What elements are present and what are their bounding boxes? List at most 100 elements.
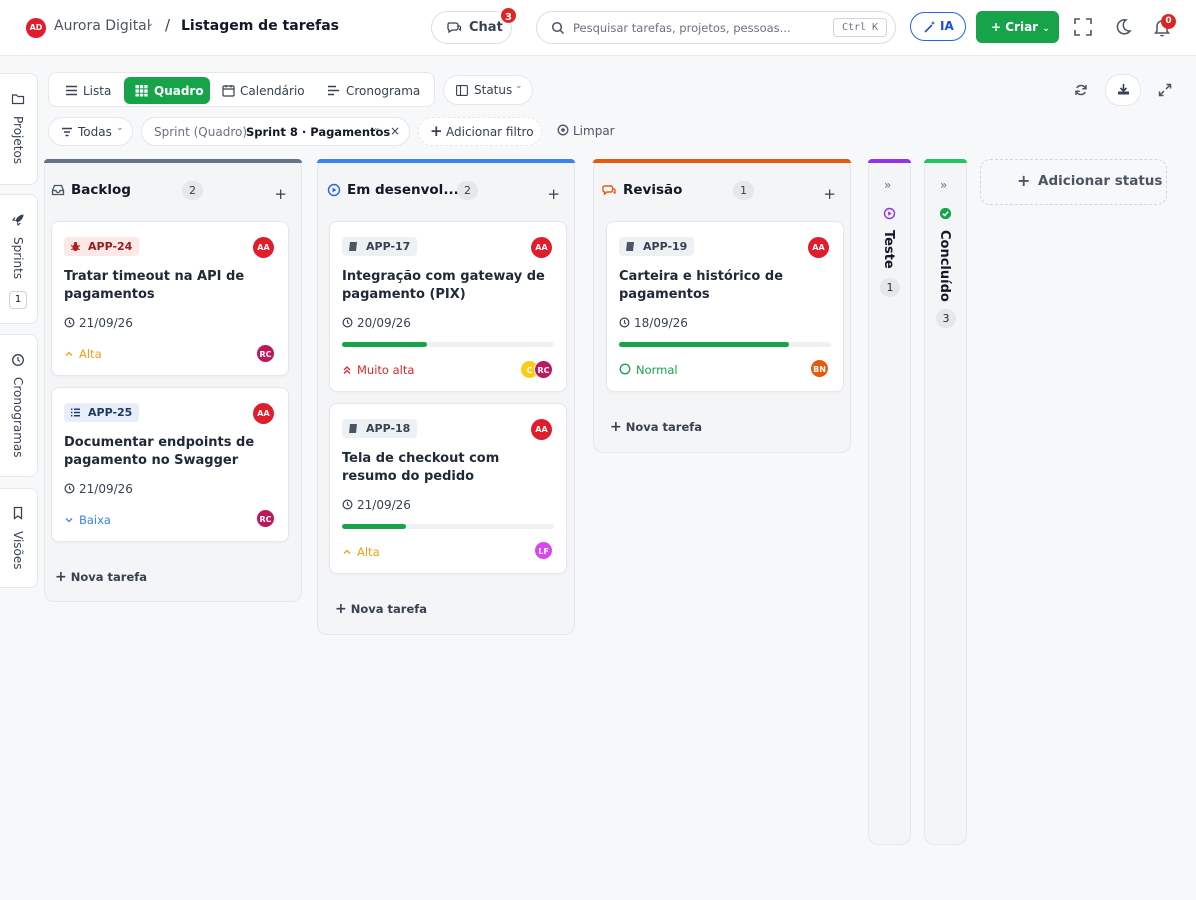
assignee-avatar[interactable]: RC bbox=[256, 509, 275, 528]
export-button[interactable] bbox=[1105, 74, 1141, 106]
assignee-avatar[interactable]: LF bbox=[534, 541, 553, 560]
task-card-app-25[interactable]: APP-25 AA Documentar endpoints de pagame… bbox=[51, 387, 289, 542]
progress-fill bbox=[342, 342, 427, 347]
owner-avatar[interactable]: AA bbox=[531, 237, 552, 258]
column-concluido-collapsed[interactable]: » Concluído 3 bbox=[924, 159, 967, 845]
column-title[interactable]: Backlog bbox=[71, 182, 131, 198]
column-title[interactable]: Revisão bbox=[623, 182, 682, 198]
task-key: APP-24 bbox=[88, 240, 133, 253]
dark-mode-icon[interactable] bbox=[1112, 16, 1134, 38]
assignee-avatar[interactable]: RC bbox=[534, 360, 553, 379]
new-task-button[interactable]: + Nova tarefa bbox=[610, 419, 702, 435]
progress-bar bbox=[342, 524, 554, 529]
priority-label: Normal bbox=[636, 363, 678, 377]
task-title: Tratar timeout na API de pagamentos bbox=[64, 269, 245, 302]
refresh-button[interactable] bbox=[1066, 75, 1096, 105]
owner-avatar[interactable]: AA bbox=[253, 237, 274, 258]
expand-button[interactable] bbox=[1150, 75, 1180, 105]
plus-icon: + bbox=[610, 419, 622, 435]
add-task-icon[interactable]: + bbox=[823, 185, 836, 203]
columns-icon bbox=[456, 85, 468, 96]
sidebar-item-projetos[interactable]: Projetos bbox=[0, 73, 38, 185]
filter-lines-icon bbox=[62, 127, 72, 137]
owner-avatar[interactable]: AA bbox=[808, 237, 829, 258]
add-filter-button[interactable]: + Adicionar filtro bbox=[418, 117, 542, 146]
workspace-logo[interactable]: AD bbox=[26, 18, 46, 38]
due-date-text: 20/09/26 bbox=[357, 316, 411, 330]
close-icon[interactable]: × bbox=[390, 124, 400, 138]
sidebar-item-sprints[interactable]: Sprints 1 bbox=[0, 194, 38, 324]
expand-column-icon[interactable]: » bbox=[884, 178, 891, 192]
bookmark-icon bbox=[13, 506, 23, 520]
comments-icon bbox=[602, 185, 616, 196]
tab-label: Calendário bbox=[240, 84, 305, 98]
download-icon bbox=[1118, 84, 1129, 95]
tab-lista[interactable]: Lista bbox=[57, 77, 121, 104]
view-switcher: Lista Quadro Calendário Cronograma bbox=[48, 72, 435, 107]
workspace-name[interactable]: Aurora Digital bbox=[54, 18, 151, 34]
task-title: Integração com gateway de pagamento (PIX… bbox=[342, 269, 545, 302]
fullscreen-icon[interactable] bbox=[1072, 16, 1094, 38]
ai-assistant-button[interactable]: IA bbox=[910, 12, 966, 41]
chevron-down-icon bbox=[65, 518, 73, 523]
search-input[interactable] bbox=[573, 19, 823, 37]
add-status-button[interactable]: + Adicionar status bbox=[980, 159, 1167, 205]
chevron-down-icon[interactable]: ⌄ bbox=[313, 18, 321, 29]
story-icon bbox=[349, 424, 357, 433]
progress-fill bbox=[342, 524, 406, 529]
column-title: Teste bbox=[881, 230, 896, 269]
create-button[interactable]: + Criar ⌄ bbox=[976, 11, 1059, 43]
column-teste-collapsed[interactable]: » Teste 1 bbox=[868, 159, 911, 845]
plus-icon: + bbox=[55, 569, 67, 585]
tab-calendario[interactable]: Calendário bbox=[214, 77, 314, 104]
new-task-button[interactable]: + Nova tarefa bbox=[335, 601, 427, 617]
scope-filter[interactable]: Todas ⌄ bbox=[48, 117, 133, 146]
tab-label: Quadro bbox=[154, 84, 204, 98]
clock-icon bbox=[342, 499, 353, 510]
chat-button[interactable]: Chat 3 bbox=[431, 6, 518, 44]
tab-quadro[interactable]: Quadro bbox=[124, 77, 210, 104]
priority: Alta bbox=[342, 545, 380, 559]
assignee-avatar[interactable]: BN bbox=[810, 359, 829, 378]
breadcrumb-separator: / bbox=[165, 16, 171, 34]
column-em-desenvolvimento: Em desenvol... 2 + APP-17 AA Integração … bbox=[317, 159, 575, 635]
clock-icon bbox=[619, 317, 630, 328]
clear-filters-button[interactable]: Limpar bbox=[557, 124, 615, 138]
global-search[interactable]: Ctrl K bbox=[536, 11, 896, 44]
group-by-dropdown[interactable]: Status ⌄ bbox=[443, 75, 533, 105]
plus-icon: + bbox=[430, 122, 443, 140]
scope-filter-label: Todas bbox=[78, 125, 112, 139]
story-icon bbox=[626, 242, 634, 251]
chevron-down-icon[interactable]: ⌄ bbox=[146, 18, 154, 29]
task-card-app-19[interactable]: APP-19 AA Carteira e histórico de pagame… bbox=[606, 221, 844, 392]
new-task-label: Nova tarefa bbox=[350, 602, 428, 616]
due-date-text: 21/09/26 bbox=[79, 482, 133, 496]
new-task-button[interactable]: + Nova tarefa bbox=[55, 569, 147, 585]
sprint-filter[interactable]: Sprint (Quadro) Sprint 8 · Pagamentos ⌄ … bbox=[141, 117, 410, 146]
task-title: Documentar endpoints de pagamento no Swa… bbox=[64, 435, 255, 468]
task-card-app-17[interactable]: APP-17 AA Integração com gateway de paga… bbox=[329, 221, 567, 392]
task-card-app-18[interactable]: APP-18 AA Tela de checkout com resumo do… bbox=[329, 403, 567, 574]
priority-label: Baixa bbox=[79, 513, 111, 527]
sidebar-item-cronogramas[interactable]: Cronogramas bbox=[0, 334, 38, 477]
tab-cronograma[interactable]: Cronograma bbox=[320, 77, 430, 104]
assignee-avatar[interactable]: RC bbox=[256, 344, 275, 363]
task-key: APP-17 bbox=[366, 240, 411, 253]
expand-column-icon[interactable]: » bbox=[940, 178, 947, 192]
sidebar-item-visoes[interactable]: Visões bbox=[0, 488, 38, 588]
column-count-badge: 2 bbox=[182, 181, 203, 200]
task-list-icon bbox=[71, 408, 80, 417]
add-status-label: Adicionar status bbox=[1038, 173, 1163, 189]
sidebar-item-label: Visões bbox=[11, 531, 25, 570]
column-title[interactable]: Em desenvol... bbox=[347, 182, 459, 198]
add-task-icon[interactable]: + bbox=[547, 185, 560, 203]
task-card-app-24[interactable]: APP-24 AA Tratar timeout na API de pagam… bbox=[51, 221, 289, 376]
create-label: Criar bbox=[1005, 20, 1039, 34]
inbox-icon bbox=[51, 184, 65, 196]
owner-avatar[interactable]: AA bbox=[531, 419, 552, 440]
tab-label: Cronograma bbox=[346, 84, 421, 98]
owner-avatar[interactable]: AA bbox=[253, 403, 274, 424]
clock-icon bbox=[12, 354, 24, 366]
add-task-icon[interactable]: + bbox=[274, 185, 287, 203]
expand-icon bbox=[1158, 83, 1172, 97]
